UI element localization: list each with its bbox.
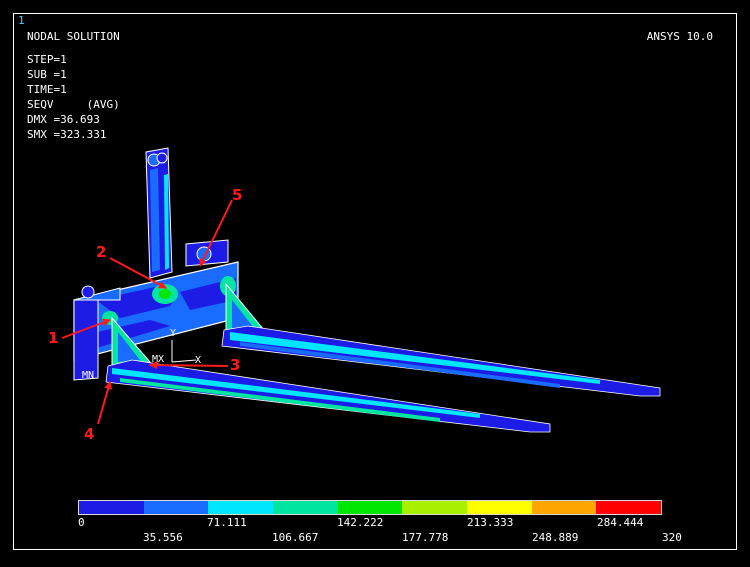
legend-label: 177.778 bbox=[402, 531, 449, 544]
legend-label: 213.333 bbox=[467, 516, 514, 529]
legend-label: 320 bbox=[662, 531, 682, 544]
legend-label: 0 bbox=[78, 516, 85, 529]
legend-swatch-6 bbox=[402, 501, 468, 514]
legend-swatch-9 bbox=[596, 501, 662, 514]
mast bbox=[145, 147, 173, 279]
min-marker: MN bbox=[82, 370, 94, 381]
legend-swatch-2 bbox=[143, 501, 209, 514]
callout-3: 3 bbox=[230, 356, 240, 374]
axis-label-x: X bbox=[195, 355, 201, 366]
axis-label-y: Y bbox=[170, 328, 176, 339]
legend-swatch-7 bbox=[467, 501, 532, 514]
legend-label: 71.111 bbox=[207, 516, 247, 529]
legend-swatch-4 bbox=[273, 501, 338, 514]
contour-legend-bar bbox=[78, 500, 662, 515]
legend-label: 248.889 bbox=[532, 531, 579, 544]
legend-swatch-5 bbox=[337, 501, 403, 514]
legend-swatch-1 bbox=[79, 501, 144, 514]
legend-label: 142.222 bbox=[337, 516, 384, 529]
callout-1: 1 bbox=[48, 329, 58, 347]
callout-2: 2 bbox=[96, 243, 106, 261]
callout-4: 4 bbox=[84, 425, 94, 443]
callout-5: 5 bbox=[232, 186, 242, 204]
legend-label: 284.444 bbox=[597, 516, 644, 529]
max-marker: MX bbox=[152, 354, 164, 365]
legend-label: 106.667 bbox=[272, 531, 319, 544]
legend-swatch-3 bbox=[208, 501, 274, 514]
legend-swatch-8 bbox=[531, 501, 597, 514]
fe-model-view: Y X MX MN 1 2 3 4 5 bbox=[48, 147, 661, 443]
legend-label: 35.556 bbox=[143, 531, 183, 544]
